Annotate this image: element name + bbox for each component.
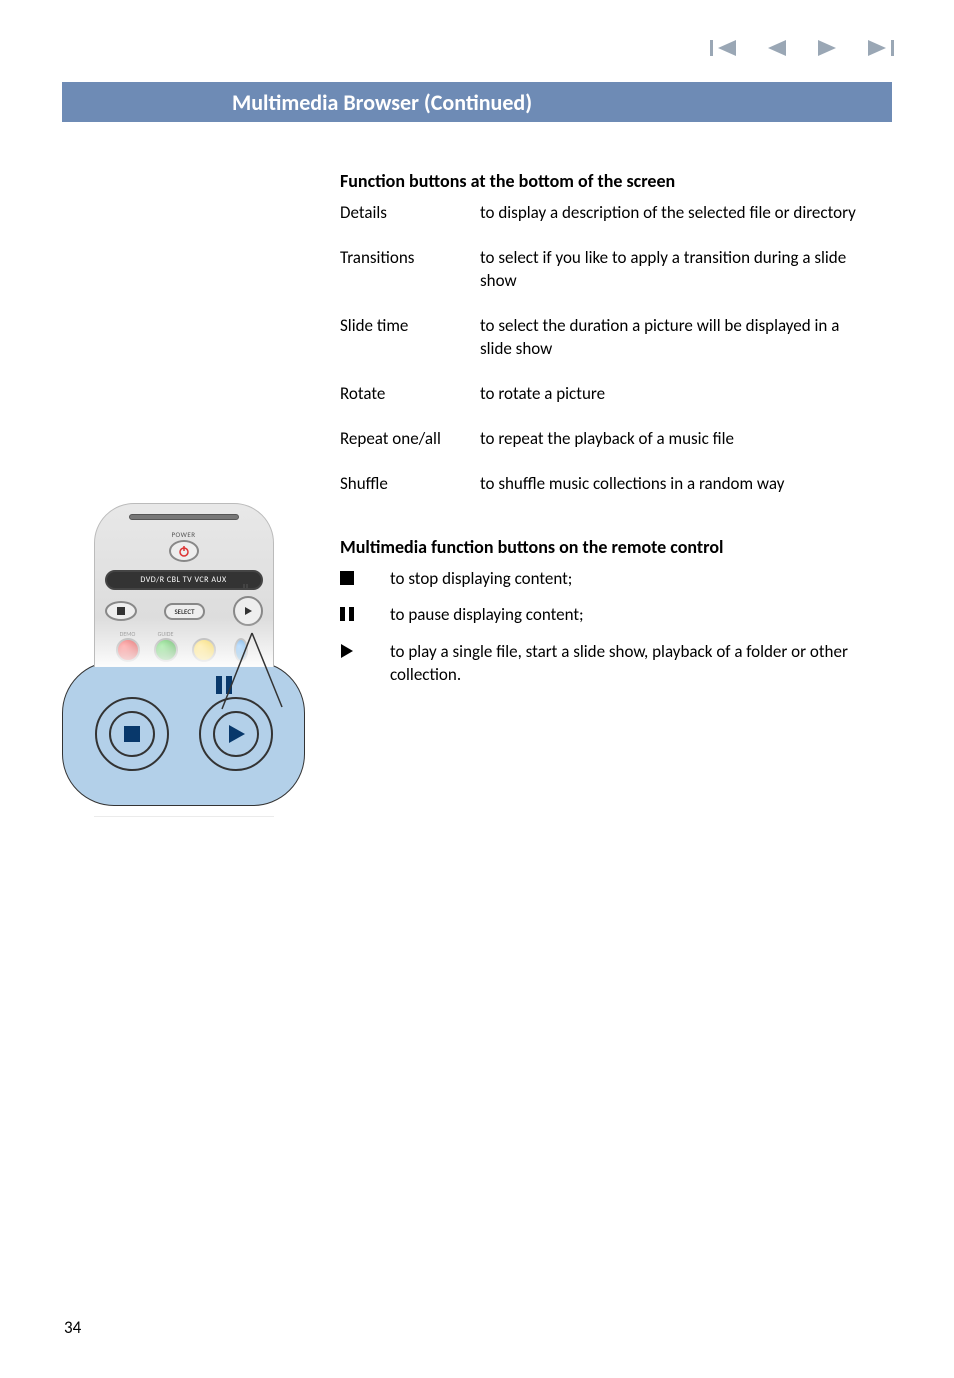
fb-row-transitions: Transitions to select if you like to app…: [340, 247, 874, 293]
fb-row-rotate: Rotate to rotate a picture: [340, 383, 874, 406]
guide-label: GUIDE: [155, 630, 177, 638]
page-number: 34: [64, 1317, 81, 1338]
remote-ir-window: [129, 514, 239, 520]
demo-label: DEMO: [117, 630, 139, 638]
remote-illustration: POWER DVD/R CBL TV VCR AUX SELECT: [62, 503, 305, 836]
fb-desc: to select if you like to apply a transit…: [480, 247, 874, 293]
fb-desc: to select the duration a picture will be…: [480, 315, 874, 361]
callout-stop-button: [95, 697, 169, 771]
section-title-bar: Multimedia Browser (Continued): [62, 82, 892, 122]
fb-row-slide-time: Slide time to select the duration a pict…: [340, 315, 874, 361]
play-icon: [340, 641, 390, 658]
remote-bottom-fade: [94, 816, 274, 836]
section-title: Multimedia Browser (Continued): [232, 89, 532, 116]
mf-desc: to pause displaying content;: [390, 604, 874, 627]
fb-label: Shuffle: [340, 473, 480, 496]
remote-power-area: POWER: [105, 530, 263, 562]
fb-desc: to rotate a picture: [480, 383, 874, 406]
remote-control-row: SELECT: [105, 596, 263, 626]
fb-desc: to shuffle music collections in a random…: [480, 473, 874, 496]
remote-play-button: [233, 596, 263, 626]
mode-selector: DVD/R CBL TV VCR AUX: [105, 570, 263, 590]
nav-next-icon[interactable]: [816, 38, 838, 58]
red-button: [116, 638, 140, 662]
callout-tail-line: [192, 629, 292, 719]
fb-label: Slide time: [340, 315, 480, 361]
page-nav: [710, 38, 894, 58]
power-label: POWER: [105, 530, 263, 539]
nav-last-icon[interactable]: [866, 38, 894, 58]
fb-row-details: Details to display a description of the …: [340, 202, 874, 225]
fb-label: Rotate: [340, 383, 480, 406]
fb-row-repeat: Repeat one/all to repeat the playback of…: [340, 428, 874, 451]
fb-label: Transitions: [340, 247, 480, 293]
fb-label: Repeat one/all: [340, 428, 480, 451]
nav-first-icon[interactable]: [710, 38, 738, 58]
remote-play-pause-group: [233, 596, 263, 626]
function-buttons-heading: Function buttons at the bottom of the sc…: [340, 170, 874, 192]
remote-stop-button: [105, 601, 137, 621]
mf-desc: to stop displaying content;: [390, 568, 874, 591]
power-button: [169, 540, 199, 562]
mf-desc: to play a single file, start a slide sho…: [390, 641, 874, 687]
fb-desc: to display a description of the selected…: [480, 202, 874, 225]
fb-row-shuffle: Shuffle to shuffle music collections in …: [340, 473, 874, 496]
mf-row-play: to play a single file, start a slide sho…: [340, 641, 874, 687]
mf-row-stop: to stop displaying content;: [340, 568, 874, 591]
mf-row-pause: to pause displaying content;: [340, 604, 874, 627]
main-content: Function buttons at the bottom of the sc…: [340, 170, 874, 701]
fb-label: Details: [340, 202, 480, 225]
multimedia-functions-heading: Multimedia function buttons on the remot…: [340, 536, 874, 558]
multimedia-functions-section: Multimedia function buttons on the remot…: [340, 536, 874, 688]
nav-prev-icon[interactable]: [766, 38, 788, 58]
fb-desc: to repeat the playback of a music file: [480, 428, 874, 451]
remote-select-button: SELECT: [164, 603, 204, 620]
pause-icon: [340, 604, 390, 621]
green-button: [154, 638, 178, 662]
stop-icon: [340, 568, 390, 585]
